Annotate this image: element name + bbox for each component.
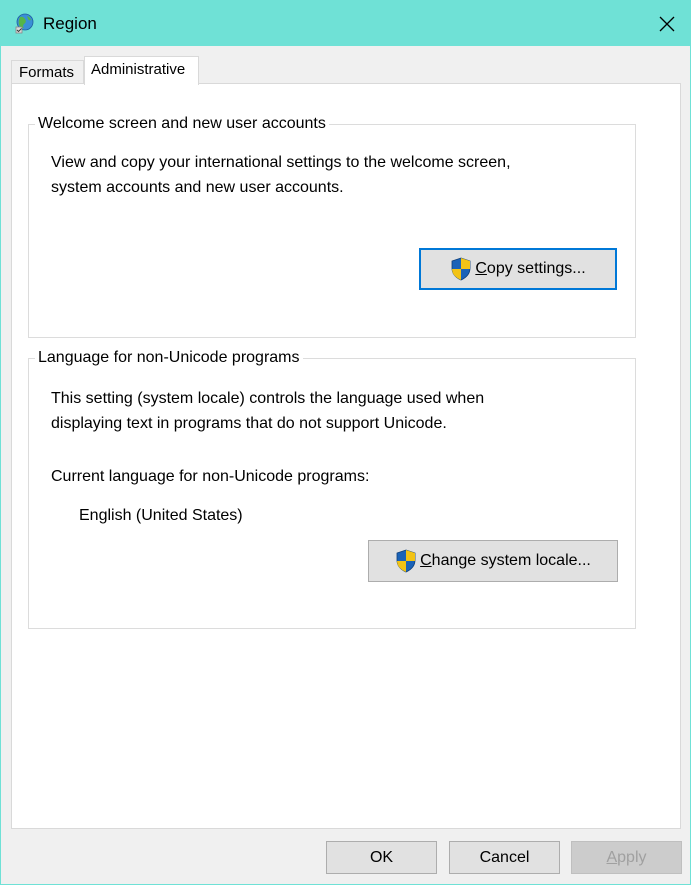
tab-administrative[interactable]: Administrative — [84, 56, 199, 85]
group-legend: Welcome screen and new user accounts — [35, 115, 329, 133]
window-title: Region — [43, 14, 97, 33]
locale-description: This setting (system locale) controls th… — [51, 386, 484, 436]
change-system-locale-button[interactable]: Change system locale... — [368, 540, 618, 582]
globe-icon — [13, 12, 35, 34]
description-line: displaying text in programs that do not … — [51, 415, 447, 432]
close-icon — [659, 16, 675, 31]
non-unicode-group: Language for non-Unicode programs This s… — [28, 349, 636, 629]
change-locale-label: Change system locale... — [420, 552, 591, 570]
uac-shield-icon — [395, 549, 417, 573]
apply-button[interactable]: Apply — [571, 841, 682, 874]
cancel-button[interactable]: Cancel — [449, 841, 560, 874]
region-dialog: Region Formats Administrative Welcome sc… — [0, 0, 691, 885]
mnemonic-letter: C — [420, 552, 432, 569]
ok-button[interactable]: OK — [326, 841, 437, 874]
welcome-description: View and copy your international setting… — [51, 150, 511, 200]
copy-settings-button[interactable]: Copy settings... — [419, 248, 617, 290]
close-button[interactable] — [644, 1, 690, 46]
mnemonic-letter: C — [475, 260, 487, 277]
description-line: View and copy your international setting… — [51, 154, 511, 171]
current-language-label: Current language for non-Unicode program… — [51, 468, 370, 485]
welcome-screen-group: Welcome screen and new user accounts Vie… — [28, 115, 636, 338]
label-rest: pply — [617, 848, 647, 866]
label-rest: opy settings... — [486, 260, 586, 277]
copy-settings-label: Copy settings... — [475, 260, 585, 278]
description-line: This setting (system locale) controls th… — [51, 390, 485, 407]
group-legend: Language for non-Unicode programs — [35, 349, 303, 367]
label-rest: hange system locale... — [431, 552, 591, 569]
uac-shield-icon — [450, 257, 472, 281]
description-line: system accounts and new user accounts. — [51, 179, 344, 196]
current-language-value: English (United States) — [79, 507, 243, 524]
tab-formats[interactable]: Formats — [11, 60, 84, 84]
administrative-panel: Welcome screen and new user accounts Vie… — [11, 83, 681, 829]
mnemonic-letter: A — [606, 848, 618, 866]
apply-label: Apply — [606, 849, 646, 867]
title-bar[interactable]: Region — [1, 1, 690, 46]
